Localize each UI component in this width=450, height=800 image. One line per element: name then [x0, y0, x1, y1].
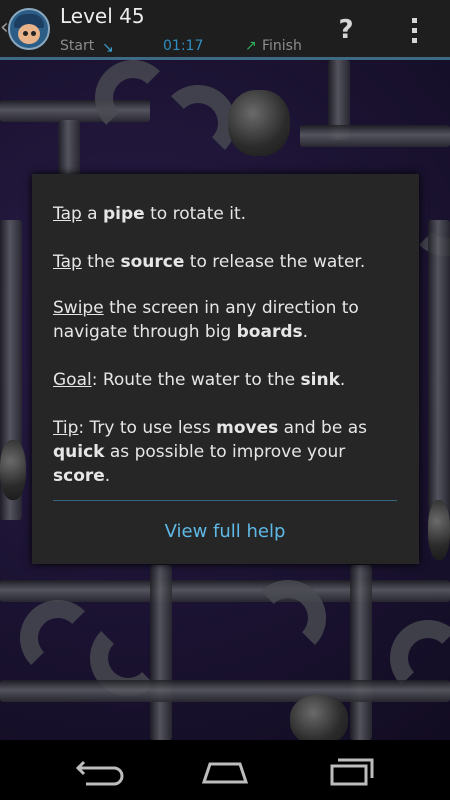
view-full-help-button[interactable]: View full help — [53, 510, 397, 554]
pipe[interactable] — [150, 565, 172, 740]
tip-swipe: Swipe the screen in any direction to nav… — [53, 298, 359, 342]
progress-row: Start ↘ 01:17 ↗ Finish — [60, 38, 320, 56]
start-arrow-icon: ↘ — [102, 40, 114, 56]
tip-source: Tap the source to release the water. — [53, 252, 366, 272]
help-dialog: Tap a pipe to rotate it. Tap the source … — [32, 174, 419, 564]
pipe[interactable] — [0, 580, 450, 602]
help-button[interactable]: ? — [326, 10, 366, 50]
rock — [228, 90, 290, 156]
pipe[interactable] — [20, 600, 96, 676]
level-title: Level 45 — [60, 4, 145, 28]
tip-rotate: Tap a pipe to rotate it. — [53, 204, 247, 224]
up-caret-icon[interactable]: ‹ — [0, 14, 9, 42]
tip-goal: Goal: Route the water to the sink. — [53, 370, 346, 390]
pipe[interactable] — [160, 85, 236, 161]
recents-icon[interactable] — [316, 748, 386, 792]
rock — [428, 500, 450, 560]
overflow-menu-icon[interactable] — [396, 10, 432, 50]
rock — [0, 440, 26, 500]
rock — [290, 695, 348, 740]
dialog-divider — [53, 500, 397, 501]
home-icon[interactable] — [190, 748, 260, 792]
pipe[interactable] — [250, 580, 326, 656]
pipe[interactable] — [428, 220, 450, 540]
tip-score: Tip: Try to use less moves and be as qui… — [53, 418, 367, 486]
timer: 01:17 — [163, 38, 204, 54]
pipe[interactable] — [300, 125, 450, 147]
pipe[interactable] — [0, 680, 450, 702]
avatar[interactable] — [8, 8, 50, 50]
back-icon[interactable] — [66, 748, 136, 792]
finish-arrow-icon: ↗ — [245, 38, 257, 54]
finish-label: Finish — [262, 38, 302, 54]
pipe[interactable] — [350, 565, 372, 740]
start-label: Start — [60, 38, 95, 54]
action-bar: ‹ Level 45 Start ↘ 01:17 ↗ Finish ? — [0, 0, 450, 60]
navigation-bar — [0, 740, 450, 800]
